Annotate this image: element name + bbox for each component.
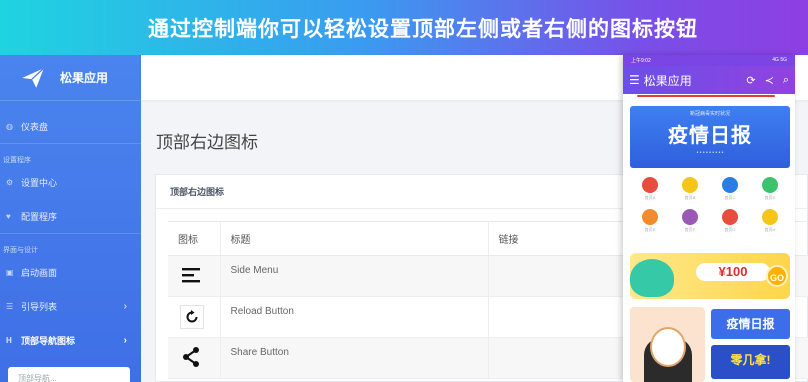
status-signal: 4G 5G — [772, 57, 787, 63]
heart-icon: ♥ — [6, 211, 11, 221]
sidebar-section-label: 界面与设计 — [3, 247, 38, 254]
sidebar-item-label: 设置中心 — [21, 177, 58, 188]
image-icon: ▣ — [6, 267, 14, 277]
sidebar-item-label: 顶部导航图标 — [21, 335, 76, 346]
grid-label: 首页A — [644, 195, 656, 200]
phone-preview: 上午9:02 4G 5G ☰ 松果应用 ⟳ ≺ ⌕ 新冠病毒实时状况 疫情日报 … — [623, 55, 795, 382]
icon-cell — [168, 296, 220, 338]
sidebar-section-design: 界面与设计 — [0, 233, 141, 255]
app-icon — [762, 209, 778, 225]
row-title: Share Button — [219, 337, 488, 379]
sidebar-item-dashboard[interactable]: ◍ 仪表盘 — [0, 109, 141, 143]
phone-app-title: 松果应用 — [643, 73, 692, 88]
sidebar-item-config[interactable]: ♥ 配置程序 — [0, 199, 141, 233]
app-icon — [682, 209, 698, 225]
heading-icon: H — [6, 335, 12, 345]
app-icon — [642, 209, 658, 225]
top-banner: 通过控制端你可以轻松设置顶部左侧或者右侧的图标按钮 — [0, 0, 808, 55]
app-icon — [722, 177, 738, 193]
phone-status-bar: 上午9:02 4G 5G — [623, 55, 795, 66]
grid-item[interactable]: 首页F — [670, 209, 710, 233]
grid-item[interactable]: 首页E — [630, 209, 670, 233]
grid-item[interactable]: 首页C — [710, 177, 750, 201]
banner-headline: 疫情日报 — [668, 125, 752, 147]
app-icon — [762, 177, 778, 193]
sidebar-item-label: 仪表盘 — [21, 121, 49, 132]
sidebar-item-settings-center[interactable]: ⚙ 设置中心 — [0, 165, 141, 199]
phone-search-icon[interactable]: ⌕ — [783, 74, 789, 87]
app-name: 松果应用 — [60, 71, 109, 85]
sidebar-item-splash[interactable]: ▣ 启动画面 — [0, 255, 141, 289]
grid-label: 首页G — [724, 227, 736, 232]
reload-icon — [186, 310, 198, 323]
banner-caption: 新冠病毒实时状况 — [689, 111, 730, 117]
promo-go-button[interactable]: GO — [766, 265, 788, 287]
app-icon — [682, 177, 698, 193]
chevron-right-icon: › — [123, 300, 127, 312]
status-time: 上午9:02 — [631, 58, 651, 64]
icon-cell — [168, 337, 220, 379]
mascot-icon — [630, 259, 674, 297]
sidebar-item-guide-list[interactable]: ☰ 引导列表 › — [0, 289, 141, 323]
sidebar-item-label: 引导列表 — [21, 301, 58, 312]
promo-amount: ¥100 — [696, 263, 770, 281]
row-title: Reload Button — [219, 296, 488, 338]
icon-box — [180, 305, 204, 329]
sidebar-menu: ◍ 仪表盘 设置程序 ⚙ 设置中心 ♥ 配置程序 界面与设计 ▣ 启动画面 ☰ … — [0, 101, 141, 357]
grid-item[interactable]: 首页A — [630, 177, 670, 201]
phone-icon-grid: 首页A 首页B 首页C 首页D 首页E 首页F 首页G 首页H — [630, 177, 790, 233]
grid-label: 首页F — [684, 227, 696, 232]
dashboard-icon: ◍ — [6, 121, 13, 131]
sidebar-item-top-nav-icons[interactable]: H 顶部导航图标 › — [0, 323, 141, 357]
grid-label: 首页D — [764, 195, 776, 200]
share-icon — [183, 347, 199, 367]
grid-label: 首页H — [764, 227, 776, 232]
app-icon — [642, 177, 658, 193]
banner-text: 通过控制端你可以轻松设置顶部左侧或者右侧的图标按钮 — [148, 17, 698, 41]
phone-tile-promo[interactable]: 零几拿! — [711, 345, 790, 379]
highlight-underline — [637, 95, 775, 97]
phone-app-bar: ☰ 松果应用 ⟳ ≺ ⌕ — [623, 66, 795, 94]
sidebar-subitem[interactable]: 顶部导航... — [8, 367, 130, 382]
gear-icon: ⚙ — [6, 177, 14, 187]
sidebar-item-label: 配置程序 — [21, 211, 58, 222]
phone-promo-banner[interactable]: ¥100 GO — [630, 253, 790, 299]
menu-icon — [182, 268, 200, 283]
paper-plane-icon — [22, 67, 45, 88]
grid-label: 首页C — [724, 195, 736, 200]
sidebar: 松果应用 ◍ 仪表盘 设置程序 ⚙ 设置中心 ♥ 配置程序 界面与设计 ▣ 启动… — [0, 55, 141, 382]
grid-item[interactable]: 首页G — [710, 209, 750, 233]
column-header-title: 标题 — [219, 221, 488, 256]
phone-reload-icon[interactable]: ⟳ — [746, 74, 755, 87]
grid-item[interactable]: 首页D — [750, 177, 790, 201]
app-icon — [722, 209, 738, 225]
grid-item[interactable]: 首页B — [670, 177, 710, 201]
icon-cell — [168, 255, 220, 297]
grid-item[interactable]: 首页H — [750, 209, 790, 233]
sidebar-logo[interactable]: 松果应用 — [0, 55, 141, 101]
banner-dots: • • • • • • • • • — [696, 150, 724, 156]
grid-label: 首页B — [684, 195, 696, 200]
character-head — [650, 327, 686, 367]
phone-banner[interactable]: 新冠病毒实时状况 疫情日报 • • • • • • • • • — [630, 106, 790, 168]
page-title: 顶部右边图标 — [156, 133, 258, 152]
phone-right-icons: ⟳ ≺ ⌕ — [746, 74, 789, 87]
phone-share-icon[interactable]: ≺ — [765, 74, 774, 87]
list-icon: ☰ — [6, 301, 14, 311]
grid-label: 首页E — [644, 227, 656, 232]
sidebar-section-settings: 设置程序 — [0, 143, 141, 165]
row-title: Side Menu — [219, 255, 488, 297]
phone-tile-character[interactable] — [630, 307, 705, 382]
sidebar-section-label: 设置程序 — [3, 157, 31, 164]
column-header-icon: 图标 — [168, 221, 220, 256]
phone-menu-icon[interactable]: ☰ — [629, 73, 640, 87]
phone-tile-report[interactable]: 疫情日报 — [711, 309, 790, 339]
chevron-right-icon: › — [123, 334, 127, 346]
sidebar-item-label: 启动画面 — [21, 267, 58, 278]
